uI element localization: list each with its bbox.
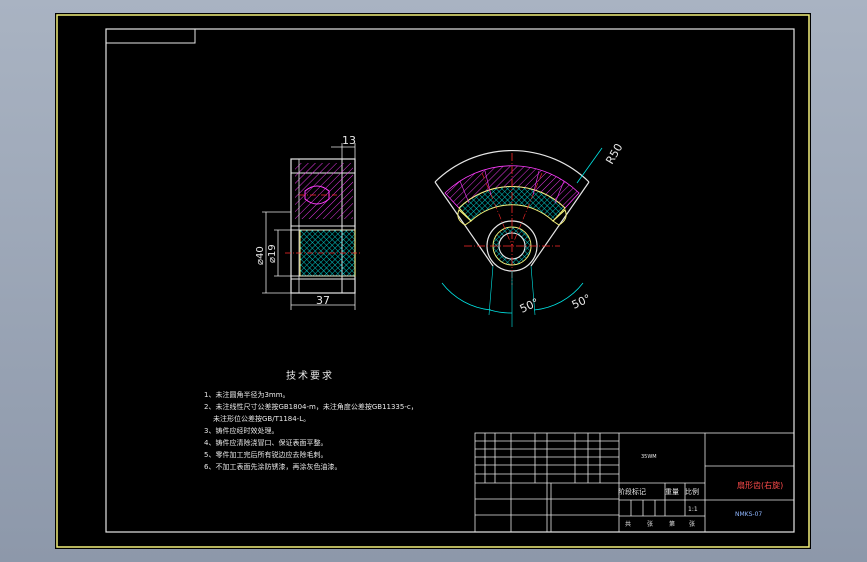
dim-angle-left: 50° <box>518 296 541 316</box>
dim-length: 37 <box>316 294 330 307</box>
dim-angle-right: 50° <box>570 292 593 312</box>
tech-req-item-3: 3、铸件应经时效处理。 <box>204 427 279 435</box>
drawing-sheet: 13 37 ⌀40 ⌀19 R50 50° 50° 技术要求 1、未注圆角半径为… <box>55 13 811 549</box>
side-view <box>262 143 361 310</box>
sign-no: 第 <box>669 521 676 528</box>
tech-req-item-6: 6、不加工表面先涂防锈漆，再涂灰色油漆。 <box>204 463 342 471</box>
scale-value: 1:1 <box>688 506 698 513</box>
scale-label: 比例 <box>685 488 699 496</box>
stage-mark-label: 阶段标记 <box>618 488 646 496</box>
sign-total: 共 <box>625 521 632 528</box>
sign-sheet: 张 <box>689 521 696 528</box>
tech-req-item-4: 4、铸件应清除浇冒口、保证表面平整。 <box>204 439 328 447</box>
tech-req-item-2b: 未注形位公差按GB/T1184-L。 <box>213 415 311 423</box>
dim-width-top: 13 <box>342 134 356 147</box>
dim-outer-dia: ⌀40 <box>255 246 266 265</box>
material-cell: 35WM <box>641 454 657 460</box>
dim-inner-dia: ⌀19 <box>267 244 278 263</box>
tech-req-item-1: 1、未注圆角半径为3mm。 <box>204 391 290 399</box>
weight-label: 重量 <box>665 488 679 496</box>
dim-radius: R50 <box>603 141 625 166</box>
tech-req-heading: 技术要求 <box>286 371 334 382</box>
drawing-number: NMKS-07 <box>735 511 763 518</box>
tech-req-item-5: 5、零件加工完后所有锐边应去除毛刺。 <box>204 451 328 459</box>
sheet-border <box>56 14 810 548</box>
corner-label-box <box>105 28 196 44</box>
part-name: 扇形齿(右旋) <box>737 481 784 490</box>
cad-drawing: 13 37 ⌀40 ⌀19 R50 50° 50° <box>56 14 810 548</box>
tech-req-item-2: 2、未注线性尺寸公差按GB1804-m，未注角度公差按GB11335-c， <box>204 403 418 411</box>
sign-sheets: 张 <box>647 521 654 528</box>
